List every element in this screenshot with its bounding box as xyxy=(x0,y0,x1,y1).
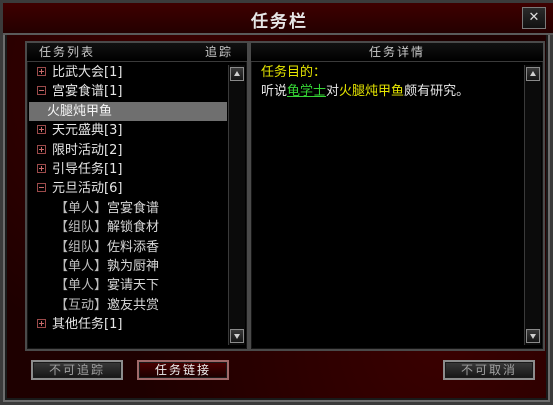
objective-text-post: 颇有研究。 xyxy=(404,84,470,99)
quest-item-label: 宴请天下 xyxy=(107,278,160,294)
quest-detail-header: 任务详情 xyxy=(251,43,543,62)
quest-detail-panel: 任务详情 任务目的： 听说龟学士对火腿炖甲鱼颇有研究。 xyxy=(249,41,545,351)
scroll-down-button[interactable] xyxy=(230,329,244,343)
quest-item-label: 解锁食材 xyxy=(107,220,160,236)
quest-mode-tag: 【单人】 xyxy=(55,200,108,216)
expand-plus-icon[interactable] xyxy=(37,144,46,154)
item-name: 火腿炖甲鱼 xyxy=(339,84,405,99)
quest-list-scrollbar[interactable] xyxy=(228,65,245,345)
quest-objective-text: 听说龟学士对火腿炖甲鱼颇有研究。 xyxy=(261,82,523,101)
quest-category[interactable]: 引导任务[1] xyxy=(29,160,227,179)
expand-plus-icon[interactable] xyxy=(37,319,46,329)
quest-mode-tag: 【单人】 xyxy=(55,258,108,274)
scroll-down-arrow-icon xyxy=(530,334,536,339)
quest-mode-tag: 【互动】 xyxy=(55,297,108,313)
objective-text-mid: 对 xyxy=(326,84,340,99)
quest-category[interactable]: 天元盛典[3] xyxy=(29,121,227,140)
quest-list: 比武大会[1] 宫宴食谱[1] 火腿炖甲鱼天元盛典[3] 限时活动[2] 引导任务[1]… xyxy=(29,63,227,347)
collapse-minus-icon[interactable] xyxy=(37,183,46,193)
quest-item-label: 佐料添香 xyxy=(107,239,160,255)
quest-list-item[interactable]: 【互动】邀友共赏 xyxy=(29,296,227,315)
quest-item-label: 孰为厨神 xyxy=(107,258,160,274)
expand-plus-icon[interactable] xyxy=(37,125,46,135)
objective-text-pre: 听说 xyxy=(261,84,288,99)
quest-list-item[interactable]: 火腿炖甲鱼 xyxy=(29,101,227,122)
detail-scroll-up-button[interactable] xyxy=(526,67,540,81)
expand-plus-icon[interactable] xyxy=(37,67,46,76)
quest-link-button[interactable]: 任务链接 xyxy=(137,360,229,380)
quest-list-item[interactable]: 【单人】孰为厨神 xyxy=(29,257,227,276)
quest-item-label: 宫宴食谱 xyxy=(107,200,160,216)
quest-objective-label: 任务目的： xyxy=(261,65,327,80)
quest-detail-scrollbar[interactable] xyxy=(524,65,541,345)
quest-list-panel: 任务列表 追踪 比武大会[1] 宫宴食谱[1] 火腿炖甲鱼天元盛典[3] 限时活动[2… xyxy=(25,41,249,351)
quest-list-item[interactable]: 【组队】解锁食材 xyxy=(29,218,227,237)
quest-item-label: 邀友共赏 xyxy=(107,297,160,313)
quest-list-title: 任务列表 xyxy=(39,45,96,59)
collapse-minus-icon[interactable] xyxy=(37,86,46,96)
quest-mode-tag: 【单人】 xyxy=(55,278,108,294)
quest-window: 任务栏 ✕ 任务列表 追踪 比武大会[1] 宫宴食谱[1] 火腿炖甲鱼天元盛典[3]… xyxy=(0,0,553,405)
expand-plus-icon[interactable] xyxy=(37,163,46,173)
quest-item-label: 天元盛典[3] xyxy=(52,123,123,139)
quest-mode-tag: 【组队】 xyxy=(55,220,108,236)
quest-list-header: 任务列表 追踪 xyxy=(27,43,247,62)
quest-category[interactable]: 宫宴食谱[1] xyxy=(29,82,227,101)
quest-category[interactable]: 比武大会[1] xyxy=(29,63,227,82)
untrack-button[interactable]: 不可追踪 xyxy=(31,360,123,380)
title-bar[interactable]: 任务栏 ✕ xyxy=(3,3,553,35)
scroll-down-arrow-icon xyxy=(234,334,240,339)
quest-detail-body: 任务目的： 听说龟学士对火腿炖甲鱼颇有研究。 xyxy=(261,63,523,341)
quest-item-label: 元旦活动[6] xyxy=(52,181,123,197)
npc-link[interactable]: 龟学士 xyxy=(287,84,326,99)
scroll-up-arrow-icon xyxy=(530,71,536,76)
quest-list-item[interactable]: 【组队】佐料添香 xyxy=(29,238,227,257)
window-title: 任务栏 xyxy=(251,12,308,32)
scroll-up-button[interactable] xyxy=(230,67,244,81)
quest-item-label: 其他任务[1] xyxy=(52,317,123,333)
close-button[interactable]: ✕ xyxy=(522,7,546,29)
quest-item-label: 限时活动[2] xyxy=(52,142,123,158)
quest-list-item[interactable]: 【单人】宫宴食谱 xyxy=(29,199,227,218)
scroll-up-arrow-icon xyxy=(234,71,240,76)
quest-item-label: 火腿炖甲鱼 xyxy=(47,103,113,119)
quest-category[interactable]: 限时活动[2] xyxy=(29,141,227,160)
quest-category[interactable]: 元旦活动[6] xyxy=(29,179,227,198)
quest-mode-tag: 【组队】 xyxy=(55,239,108,255)
cancel-quest-button[interactable]: 不可取消 xyxy=(443,360,535,380)
track-column-title: 追踪 xyxy=(204,45,233,59)
detail-scroll-down-button[interactable] xyxy=(526,329,540,343)
quest-list-item[interactable]: 【单人】宴请天下 xyxy=(29,276,227,295)
quest-item-label: 比武大会[1] xyxy=(52,65,123,80)
quest-item-label: 宫宴食谱[1] xyxy=(52,84,123,100)
close-icon: ✕ xyxy=(528,10,540,25)
quest-category[interactable]: 其他任务[1] xyxy=(29,315,227,334)
quest-item-label: 引导任务[1] xyxy=(52,161,123,177)
quest-detail-title: 任务详情 xyxy=(368,45,425,59)
